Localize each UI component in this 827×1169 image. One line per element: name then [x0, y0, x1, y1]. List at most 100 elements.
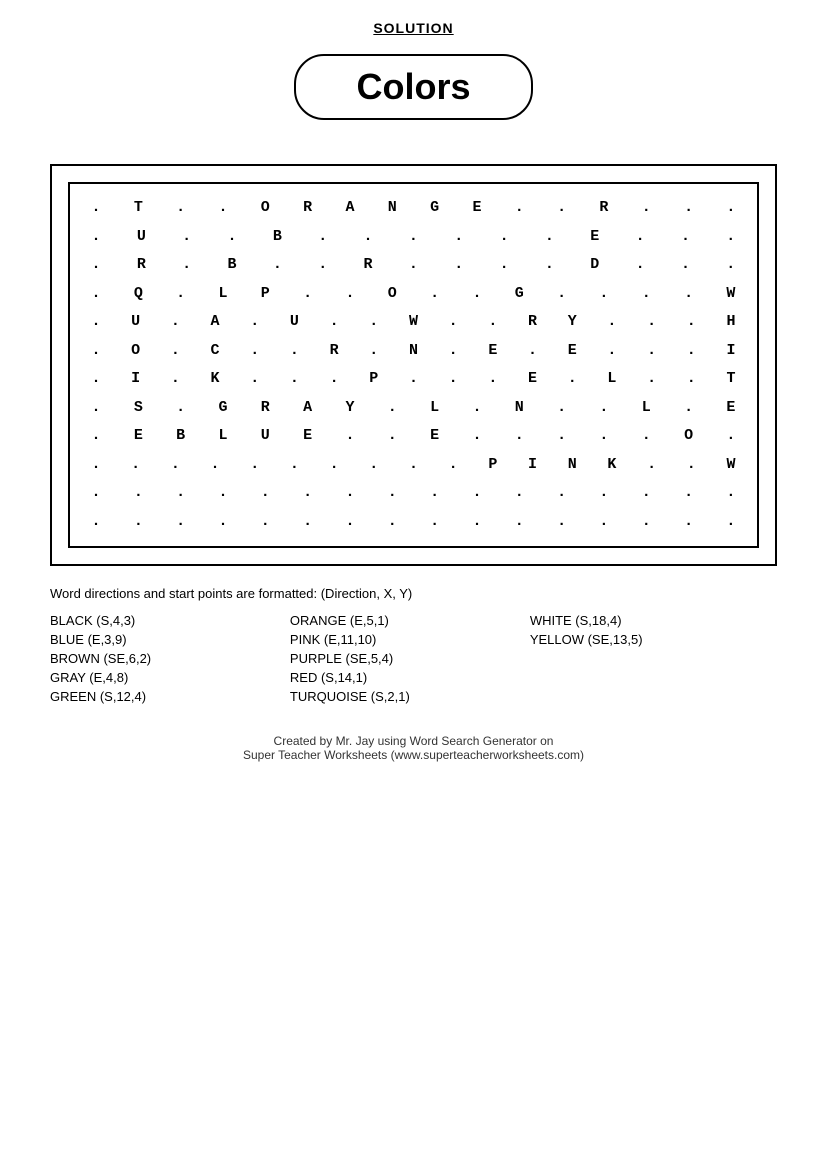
- grid-cell: O: [671, 422, 707, 451]
- grid-cell: L: [628, 394, 664, 423]
- grid-row: .U.A.U..W..RY...H: [78, 308, 749, 337]
- grid-cell: H: [713, 308, 749, 337]
- grid-cell: L: [417, 394, 453, 423]
- grid-row: .T..ORANGE..R...: [78, 194, 749, 223]
- grid-cell: P: [356, 365, 392, 394]
- grid-cell: E: [554, 337, 590, 366]
- grid-cell: .: [673, 451, 709, 480]
- grid-cell: .: [713, 508, 749, 537]
- grid-cell: N: [374, 194, 410, 223]
- page-header: SOLUTION: [40, 20, 787, 36]
- grid-row: .S.GRAY.L.N..L.E: [78, 394, 749, 423]
- grid-cell: .: [671, 394, 707, 423]
- grid-cell: O: [118, 337, 154, 366]
- word-column-1: BLACK (S,4,3)BLUE (E,3,9)BROWN (SE,6,2)G…: [50, 613, 290, 704]
- grid-row: ..........PINK..W: [78, 451, 749, 480]
- grid-row: .Q.LP..O..G....W: [78, 280, 749, 309]
- grid-cell: .: [531, 251, 567, 280]
- grid-row: ................: [78, 479, 749, 508]
- grid-cell: D: [577, 251, 613, 280]
- grid-cell: U: [123, 223, 159, 252]
- grid-cell: .: [316, 451, 352, 480]
- grid-cell: .: [435, 308, 471, 337]
- grid-cell: .: [290, 508, 326, 537]
- grid-cell: .: [214, 223, 250, 252]
- grid-cell: .: [157, 451, 193, 480]
- grid-cell: .: [163, 280, 199, 309]
- grid-cell: .: [531, 223, 567, 252]
- grid-cell: .: [417, 280, 453, 309]
- grid-cell: .: [544, 194, 580, 223]
- grid-cell: I: [713, 337, 749, 366]
- grid-cell: U: [276, 308, 312, 337]
- grid-cell: .: [395, 251, 431, 280]
- grid-cell: .: [396, 365, 432, 394]
- grid-cell: .: [475, 365, 511, 394]
- grid-cell: B: [214, 251, 250, 280]
- grid-cell: .: [441, 223, 477, 252]
- grid-cell: R: [515, 308, 551, 337]
- grid-cell: E: [713, 394, 749, 423]
- grid-cell: R: [316, 337, 352, 366]
- grid-row: ................: [78, 508, 749, 537]
- grid-cell: A: [332, 194, 368, 223]
- grid-cell: .: [713, 223, 749, 252]
- footer: Created by Mr. Jay using Word Search Gen…: [40, 734, 787, 762]
- grid-cell: .: [305, 223, 341, 252]
- grid-cell: .: [501, 508, 537, 537]
- word-item: TURQUOISE (S,2,1): [290, 689, 530, 704]
- grid-cell: .: [374, 479, 410, 508]
- grid-cell: .: [586, 422, 622, 451]
- grid-cell: R: [586, 194, 622, 223]
- grid-cell: E: [577, 223, 613, 252]
- grid-cell: .: [671, 479, 707, 508]
- grid-row: .EBLUE..E.....O.: [78, 422, 749, 451]
- grid-cell: .: [628, 194, 664, 223]
- grid-cell: .: [435, 451, 471, 480]
- grid-cell: O: [374, 280, 410, 309]
- grid-cell: .: [586, 394, 622, 423]
- grid-cell: .: [671, 508, 707, 537]
- grid-cell: .: [290, 479, 326, 508]
- grid-cell: .: [276, 451, 312, 480]
- word-column-3: WHITE (S,18,4)YELLOW (SE,13,5): [530, 613, 770, 704]
- grid-cell: .: [374, 422, 410, 451]
- grid-cell: .: [78, 365, 114, 394]
- grid-cell: .: [78, 337, 114, 366]
- word-item: BLACK (S,4,3): [50, 613, 290, 628]
- grid-cell: .: [78, 194, 114, 223]
- grid-cell: .: [350, 223, 386, 252]
- word-item: WHITE (S,18,4): [530, 613, 770, 628]
- outer-border: .T..ORANGE..R....U..B......E....R.B..R..…: [50, 164, 777, 566]
- grid-cell: R: [123, 251, 159, 280]
- grid-cell: .: [622, 251, 658, 280]
- grid-cell: B: [163, 422, 199, 451]
- grid-cell: .: [332, 479, 368, 508]
- grid-cell: G: [501, 280, 537, 309]
- grid-cell: R: [350, 251, 386, 280]
- grid-cell: N: [396, 337, 432, 366]
- grid-cell: E: [459, 194, 495, 223]
- grid-cell: Y: [554, 308, 590, 337]
- grid-cell: .: [163, 394, 199, 423]
- grid-row: .O.C..R.N.E.E...I: [78, 337, 749, 366]
- grid-cell: .: [316, 365, 352, 394]
- grid-cell: L: [205, 422, 241, 451]
- grid-cell: .: [628, 280, 664, 309]
- grid-cell: .: [259, 251, 295, 280]
- grid-cell: .: [673, 308, 709, 337]
- grid-cell: R: [290, 194, 326, 223]
- grid-cell: .: [586, 479, 622, 508]
- grid-cell: .: [501, 422, 537, 451]
- word-item: RED (S,14,1): [290, 670, 530, 685]
- grid-cell: .: [120, 479, 156, 508]
- grid-cell: .: [78, 451, 114, 480]
- grid-cell: T: [120, 194, 156, 223]
- grid-cell: A: [290, 394, 326, 423]
- grid-cell: L: [205, 280, 241, 309]
- grid-cell: .: [475, 308, 511, 337]
- grid-cell: .: [634, 451, 670, 480]
- word-item: GREEN (S,12,4): [50, 689, 290, 704]
- grid-cell: .: [197, 451, 233, 480]
- grid-cell: S: [120, 394, 156, 423]
